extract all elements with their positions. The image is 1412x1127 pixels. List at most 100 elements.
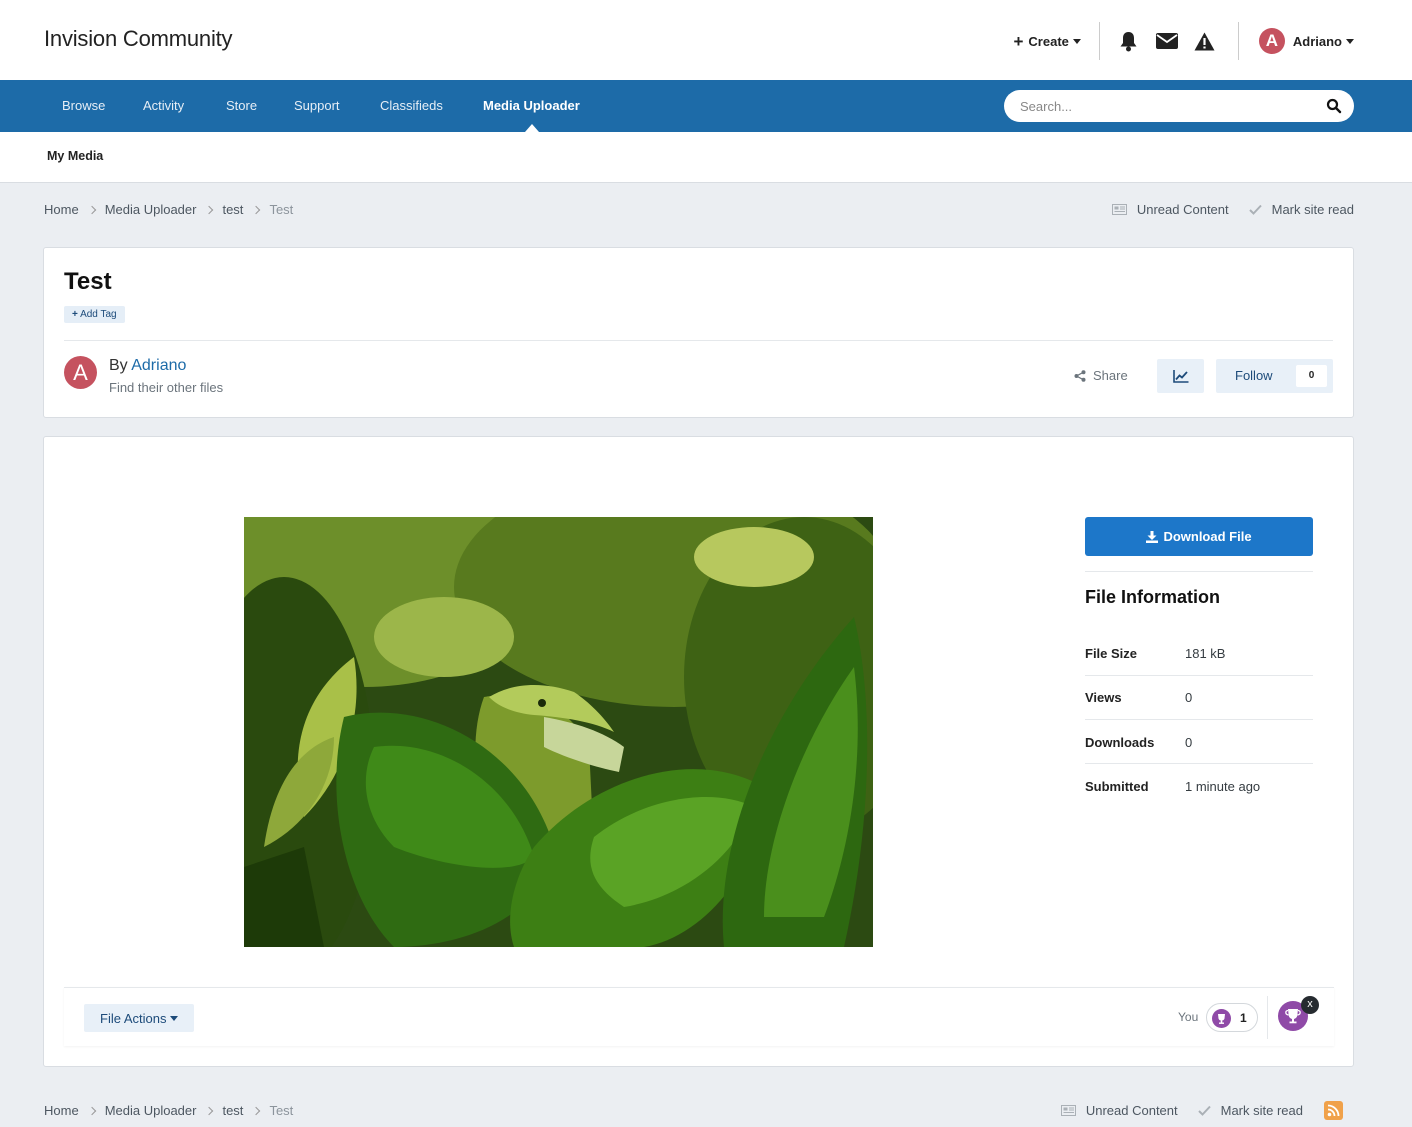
- newspaper-icon: [1060, 1105, 1076, 1116]
- nav-store[interactable]: Store: [226, 80, 257, 132]
- trophy-icon: [1285, 1009, 1301, 1024]
- line-chart-icon: [1172, 369, 1188, 383]
- info-value: 0: [1185, 690, 1193, 705]
- plus-icon: +: [72, 309, 78, 320]
- check-icon: [1248, 204, 1262, 215]
- file-actions-button[interactable]: File Actions: [84, 1004, 195, 1032]
- caret-down-icon: [170, 1015, 179, 1021]
- chevron-right-icon: [205, 1106, 214, 1115]
- search-icon[interactable]: [1326, 98, 1342, 114]
- author-byline: By Adriano: [109, 357, 186, 375]
- active-nav-indicator: [525, 124, 539, 132]
- divider: [1085, 571, 1313, 572]
- newspaper-icon: [1111, 204, 1127, 215]
- unread-content-label: Unread Content: [1085, 1103, 1178, 1118]
- breadcrumb-home[interactable]: Home: [44, 202, 79, 217]
- user-menu[interactable]: A Adriano: [1258, 28, 1354, 54]
- divider: [1085, 763, 1313, 764]
- add-tag-button[interactable]: + Add Tag: [64, 306, 125, 323]
- avatar: A: [1258, 28, 1285, 54]
- follow-button[interactable]: Follow 0: [1216, 359, 1333, 393]
- create-button[interactable]: + Create: [1013, 31, 1081, 51]
- notifications-button[interactable]: [1110, 22, 1148, 60]
- mark-site-read-link[interactable]: Mark site read: [1248, 202, 1354, 217]
- reaction-count: 1: [1240, 1011, 1247, 1025]
- author-avatar[interactable]: A: [64, 356, 97, 389]
- lizard-photo: [244, 517, 873, 947]
- find-other-files-link[interactable]: Find their other files: [109, 380, 223, 395]
- mark-site-read-link[interactable]: Mark site read: [1197, 1103, 1303, 1118]
- breadcrumb-test-category[interactable]: test: [222, 1103, 243, 1118]
- envelope-icon: [1155, 33, 1178, 49]
- search-input[interactable]: [1020, 90, 1310, 122]
- site-title[interactable]: Invision Community: [44, 26, 233, 52]
- author-link[interactable]: Adriano: [131, 357, 186, 374]
- reaction-users[interactable]: You: [1178, 1010, 1198, 1024]
- breadcrumb-media-uploader[interactable]: Media Uploader: [105, 1103, 197, 1118]
- unread-content-label: Unread Content: [1136, 202, 1229, 217]
- check-icon: [1197, 1105, 1211, 1116]
- rss-feed-button[interactable]: [1324, 1101, 1343, 1120]
- info-value: 1 minute ago: [1185, 779, 1261, 794]
- warning-icon: [1194, 32, 1215, 50]
- file-information-heading: File Information: [1085, 587, 1220, 607]
- notification-icons: [1110, 22, 1224, 60]
- share-button[interactable]: Share: [1074, 368, 1128, 383]
- breadcrumb-actions-bottom: Unread Content Mark site read: [1041, 1103, 1303, 1118]
- messages-button[interactable]: [1148, 22, 1186, 60]
- info-value: 181 kB: [1185, 646, 1226, 661]
- breadcrumb-test-category[interactable]: test: [222, 202, 243, 217]
- nav-browse[interactable]: Browse: [62, 80, 105, 132]
- info-row-downloads: Downloads 0: [1085, 735, 1313, 779]
- caret-down-icon: [1346, 38, 1354, 44]
- info-key: Views: [1085, 690, 1122, 705]
- divider: [1085, 675, 1313, 676]
- unread-content-link[interactable]: Unread Content: [1060, 1103, 1178, 1118]
- file-content: Download File File Information File Size…: [43, 436, 1354, 1067]
- divider: [1098, 22, 1100, 60]
- breadcrumb-actions: Unread Content Mark site read: [1092, 202, 1354, 217]
- by-prefix: By: [109, 357, 128, 374]
- subnav-my-media[interactable]: My Media: [47, 149, 103, 163]
- analytics-button[interactable]: [1157, 359, 1204, 393]
- rss-icon: [1327, 1104, 1340, 1117]
- nav-classifieds[interactable]: Classifieds: [380, 80, 443, 132]
- divider: [64, 340, 1333, 341]
- chevron-right-icon: [252, 205, 261, 214]
- mark-site-read-label: Mark site read: [1271, 202, 1354, 217]
- file-actions-bar: File Actions You 1 x: [64, 987, 1334, 1046]
- user-name: Adriano: [1292, 33, 1342, 49]
- info-key: File Size: [1085, 646, 1138, 661]
- download-file-button[interactable]: Download File: [1085, 517, 1313, 556]
- info-value: 0: [1185, 735, 1193, 750]
- breadcrumb-current: Test: [269, 1103, 294, 1118]
- share-icon: [1074, 369, 1086, 382]
- sub-nav: My Media: [0, 132, 1412, 183]
- breadcrumb-current: Test: [269, 202, 294, 217]
- reports-button[interactable]: [1186, 22, 1224, 60]
- breadcrumb-bottom: Home Media Uploader test Test: [44, 1103, 293, 1118]
- nav-activity[interactable]: Activity: [143, 80, 184, 132]
- file-preview-image[interactable]: [244, 517, 873, 947]
- user-bar: + Create A Adriano: [1013, 22, 1354, 60]
- bell-icon: [1120, 31, 1137, 51]
- add-tag-label: Add Tag: [80, 309, 117, 320]
- caret-down-icon: [1072, 38, 1081, 44]
- share-label: Share: [1093, 368, 1128, 383]
- breadcrumb-media-uploader[interactable]: Media Uploader: [105, 202, 197, 217]
- remove-reaction-button[interactable]: x: [1301, 996, 1319, 1014]
- nav-support[interactable]: Support: [294, 80, 340, 132]
- site-header: Invision Community + Create A Adriano: [0, 0, 1412, 80]
- plus-icon: +: [1013, 31, 1024, 51]
- page-title: Test: [64, 268, 112, 295]
- breadcrumb-home[interactable]: Home: [44, 1103, 79, 1118]
- follow-label: Follow: [1235, 368, 1273, 383]
- reaction-summary[interactable]: 1: [1206, 1003, 1258, 1032]
- chevron-right-icon: [87, 205, 96, 214]
- download-icon: [1146, 530, 1159, 543]
- chevron-right-icon: [205, 205, 214, 214]
- unread-content-link[interactable]: Unread Content: [1111, 202, 1229, 217]
- divider: [1237, 22, 1239, 60]
- follower-count: 0: [1296, 365, 1327, 387]
- divider: [1085, 719, 1313, 720]
